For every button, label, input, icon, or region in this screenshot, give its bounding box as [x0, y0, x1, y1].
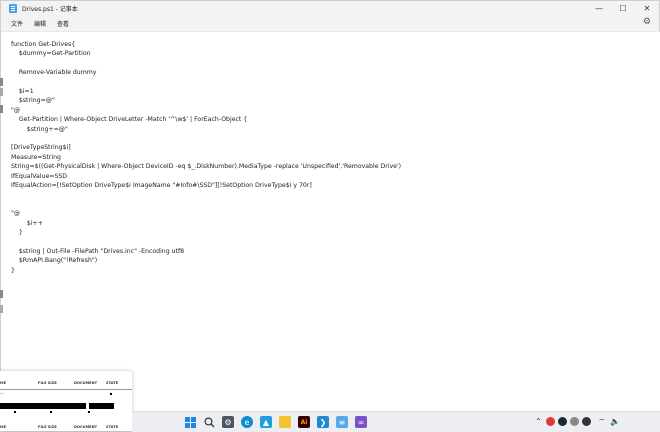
taskbar: ⚙ e ▲ Ai ❯ ≡ ∞ ⌃ ⌔ 🔈	[132, 411, 660, 432]
close-button[interactable]: ✕	[635, 1, 659, 16]
preview-col-document: DOCUMENT	[74, 381, 98, 385]
notepad-icon[interactable]: ≡	[336, 416, 348, 428]
settings-gear-icon[interactable]: ⚙	[643, 17, 651, 27]
maximize-button[interactable]: ☐	[611, 1, 635, 16]
search-icon[interactable]	[203, 416, 215, 428]
network-icon[interactable]: ⌔	[598, 417, 606, 427]
volume-icon[interactable]: 🔈	[610, 417, 620, 426]
preview-col-document: DOCUMENT	[74, 425, 98, 429]
preview-col-size: FILE SIZE	[38, 381, 57, 385]
steam-icon[interactable]	[558, 417, 567, 426]
menu-bar: 文件 编辑 查看 ⚙	[1, 16, 659, 32]
preview-col-size: FILE SIZE	[38, 425, 57, 429]
adobe-illustrator-icon[interactable]: Ai	[298, 416, 310, 428]
text-editor[interactable]: function Get-Drives{ $dummy=Get-Partitio…	[1, 32, 660, 412]
background-window-edge	[0, 305, 3, 313]
preview-dot	[14, 411, 16, 413]
preview-redacted-bar	[89, 403, 114, 409]
editor-content[interactable]: function Get-Drives{ $dummy=Get-Partitio…	[11, 40, 401, 275]
taskbar-preview-thumbnail[interactable]: ME FILE SIZE DOCUMENT STATE — ME FILE SI…	[0, 371, 132, 431]
preview-dot	[110, 393, 112, 395]
preview-divider	[0, 389, 132, 390]
menu-view[interactable]: 查看	[57, 19, 69, 28]
menu-file[interactable]: 文件	[11, 19, 23, 28]
menu-edit[interactable]: 编辑	[34, 19, 46, 28]
preview-row-mark: —	[0, 391, 4, 395]
background-window-edge	[0, 88, 3, 96]
background-window-edge	[0, 78, 3, 86]
preview-col-name: ME	[0, 381, 7, 385]
vscode-icon[interactable]: ❯	[317, 416, 329, 428]
background-window-edge	[0, 105, 3, 113]
preview-col-state: STATE	[106, 425, 119, 429]
preview-dot	[50, 411, 52, 413]
app-dark-icon[interactable]	[582, 417, 591, 426]
settings-icon[interactable]: ⚙	[222, 416, 234, 428]
title-bar[interactable]: Drives.ps1 - 记事本 — ☐ ✕	[1, 1, 659, 16]
notepad-window: Drives.ps1 - 记事本 — ☐ ✕ 文件 编辑 查看 ⚙ functi…	[0, 0, 660, 412]
visual-studio-icon[interactable]: ∞	[355, 416, 367, 428]
windows-start-icon[interactable]	[184, 416, 196, 428]
background-window-edge	[0, 290, 3, 298]
preview-col-state: STATE	[106, 381, 119, 385]
app-gray-icon[interactable]	[570, 417, 579, 426]
edge-icon[interactable]: e	[241, 416, 253, 428]
photos-icon[interactable]: ▲	[260, 416, 272, 428]
file-explorer-icon[interactable]	[279, 416, 291, 428]
preview-col-name: ME	[0, 425, 7, 429]
preview-redacted-bar	[0, 403, 86, 409]
chevron-up-icon[interactable]: ⌃	[535, 417, 542, 426]
window-controls: — ☐ ✕	[587, 1, 659, 16]
notepad-icon	[9, 4, 17, 13]
minimize-button[interactable]: —	[587, 1, 611, 16]
preview-dot	[88, 411, 90, 413]
app-red-icon[interactable]	[546, 417, 555, 426]
window-title: Drives.ps1 - 记事本	[22, 6, 78, 13]
